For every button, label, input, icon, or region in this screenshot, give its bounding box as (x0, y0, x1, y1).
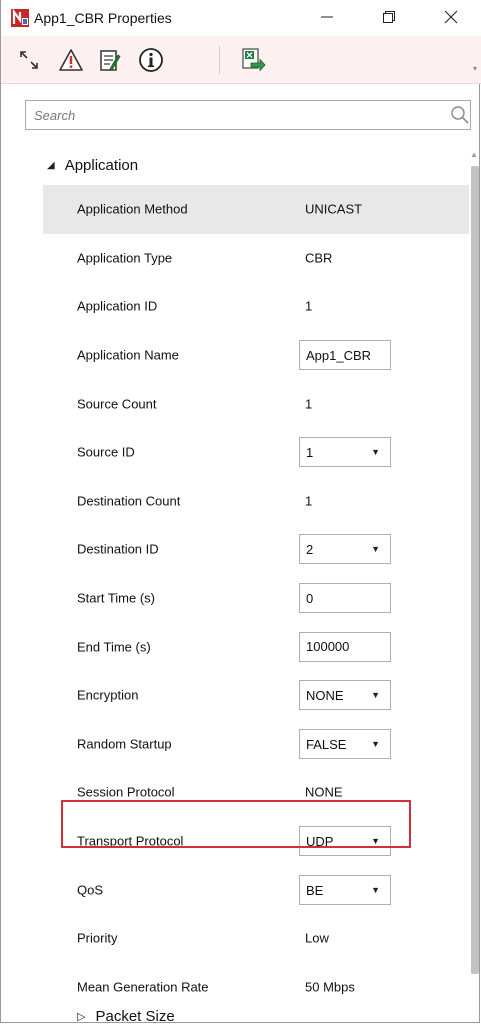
property-value: Low (305, 930, 329, 946)
properties-window: App1_CBR Properties ▾ Search ◢ Applicati… (0, 0, 481, 1026)
scrollbar-thumb[interactable] (471, 166, 479, 974)
property-label: Application Method (77, 201, 188, 217)
chevron-down-icon: ▼ (371, 836, 380, 847)
property-row-mean-generation-rate[interactable]: Mean Generation Rate 50 Mbps (43, 963, 469, 1012)
property-value: 1 (305, 396, 313, 412)
property-label: Priority (77, 930, 118, 946)
transport-protocol-dropdown[interactable]: UDP ▼ (299, 826, 391, 857)
expand-collapse-icon (20, 51, 38, 69)
export-excel-button[interactable] (239, 46, 267, 74)
property-grid: Application Method UNICAST Application Typ… (43, 185, 469, 1011)
property-row-application-method[interactable]: Application Method UNICAST (43, 185, 469, 234)
netsim-logo-icon (11, 9, 29, 27)
property-row-priority[interactable]: Priority Low (43, 914, 469, 963)
search-icon[interactable] (450, 105, 470, 125)
toolbar-separator (219, 46, 220, 74)
dropdown-value: UDP (306, 834, 334, 850)
property-row-end-time-s[interactable]: End Time (s) (43, 622, 469, 671)
property-value: 50 Mbps (305, 979, 355, 995)
property-label: Application Type (77, 250, 173, 266)
notes-button[interactable] (95, 46, 123, 74)
qos-dropdown[interactable]: BE ▼ (299, 874, 391, 905)
property-label: Mean Generation Rate (77, 979, 209, 995)
property-row-destination-id[interactable]: Destination ID 2 ▼ (43, 525, 469, 574)
expand-triangle-icon: ▷ (77, 1010, 86, 1023)
property-row-session-protocol[interactable]: Session Protocol NONE (43, 768, 469, 817)
property-label: Transport Protocol (77, 833, 184, 849)
search-input[interactable] (34, 105, 424, 125)
property-label: Source Count (77, 396, 157, 412)
dropdown-value: FALSE (306, 736, 347, 752)
property-row-application-type[interactable]: Application Type CBR (43, 234, 469, 283)
property-label: Destination Count (77, 493, 181, 509)
group-header-application[interactable]: ◢ Application (47, 154, 138, 176)
group-title: Application (64, 156, 139, 174)
property-label: End Time (s) (77, 639, 151, 655)
search-box (25, 100, 471, 130)
property-label: Random Startup (77, 736, 172, 752)
destination-id-dropdown[interactable]: 2 ▼ (299, 534, 391, 565)
close-button[interactable] (433, 4, 469, 30)
info-button[interactable] (137, 46, 165, 74)
property-value: NONE (305, 784, 343, 800)
random-startup-dropdown[interactable]: FALSE ▼ (299, 728, 391, 759)
property-row-encryption[interactable]: Encryption NONE ▼ (43, 671, 469, 720)
group-header-packet-size[interactable]: ▷ Packet Size (77, 1006, 175, 1026)
property-row-qos[interactable]: QoS BE ▼ (43, 865, 469, 914)
property-value: 1 (305, 493, 313, 509)
vertical-scrollbar[interactable]: ▲ (469, 150, 481, 1022)
dropdown-value: BE (306, 882, 324, 898)
restore-button[interactable] (371, 4, 407, 30)
property-label: Start Time (s) (77, 590, 156, 606)
chevron-down-icon: ▼ (371, 544, 380, 555)
scroll-up-icon[interactable]: ▲ (470, 150, 478, 159)
minimize-icon (321, 16, 333, 18)
window-title: App1_CBR Properties (34, 10, 172, 26)
property-row-random-startup[interactable]: Random Startup FALSE ▼ (43, 720, 469, 769)
chevron-down-icon: ▼ (371, 690, 380, 701)
chevron-down-icon: ▼ (371, 738, 380, 749)
start-time-s-input[interactable] (299, 583, 391, 614)
property-row-source-count[interactable]: Source Count 1 (43, 379, 469, 428)
property-label: Destination ID (77, 541, 159, 557)
end-time-s-input[interactable] (299, 631, 391, 662)
property-row-destination-count[interactable]: Destination Count 1 (43, 477, 469, 526)
property-value: 1 (305, 298, 313, 314)
info-icon (139, 48, 163, 72)
dropdown-value: NONE (306, 688, 344, 704)
source-id-dropdown[interactable]: 1 ▼ (299, 437, 391, 468)
property-label: Session Protocol (77, 784, 175, 800)
collapse-triangle-icon: ◢ (47, 159, 55, 171)
property-row-transport-protocol[interactable]: Transport Protocol UDP ▼ (43, 817, 469, 866)
property-label: Source ID (77, 444, 135, 460)
property-value: UNICAST (305, 201, 363, 217)
export-excel-icon (242, 48, 266, 72)
close-icon (444, 10, 458, 24)
encryption-dropdown[interactable]: NONE ▼ (299, 680, 391, 711)
toolbar: ▾ (1, 36, 481, 84)
sub-group-title: Packet Size (95, 1007, 175, 1025)
chevron-down-icon: ▼ (371, 884, 380, 895)
property-row-start-time-s[interactable]: Start Time (s) (43, 574, 469, 623)
notes-icon (100, 50, 121, 71)
dropdown-value: 1 (306, 445, 314, 461)
property-label: Encryption (77, 687, 139, 703)
property-label: QoS (77, 882, 104, 898)
property-row-application-id[interactable]: Application ID 1 (43, 282, 469, 331)
title-bar: App1_CBR Properties (1, 0, 481, 36)
chevron-down-icon: ▼ (371, 447, 380, 458)
property-row-source-id[interactable]: Source ID 1 ▼ (43, 428, 469, 477)
property-value: CBR (305, 250, 333, 266)
warning-icon (59, 49, 83, 71)
restore-icon (383, 11, 395, 23)
minimize-button[interactable] (309, 4, 345, 30)
warnings-button[interactable] (57, 46, 85, 74)
property-label: Application Name (77, 347, 179, 363)
toolbar-overflow-icon[interactable]: ▾ (473, 64, 481, 74)
expand-collapse-button[interactable] (15, 46, 43, 74)
property-label: Application ID (77, 298, 158, 314)
dropdown-value: 2 (306, 542, 314, 558)
property-row-application-name[interactable]: Application Name (43, 331, 469, 380)
application-name-input[interactable] (299, 340, 391, 371)
